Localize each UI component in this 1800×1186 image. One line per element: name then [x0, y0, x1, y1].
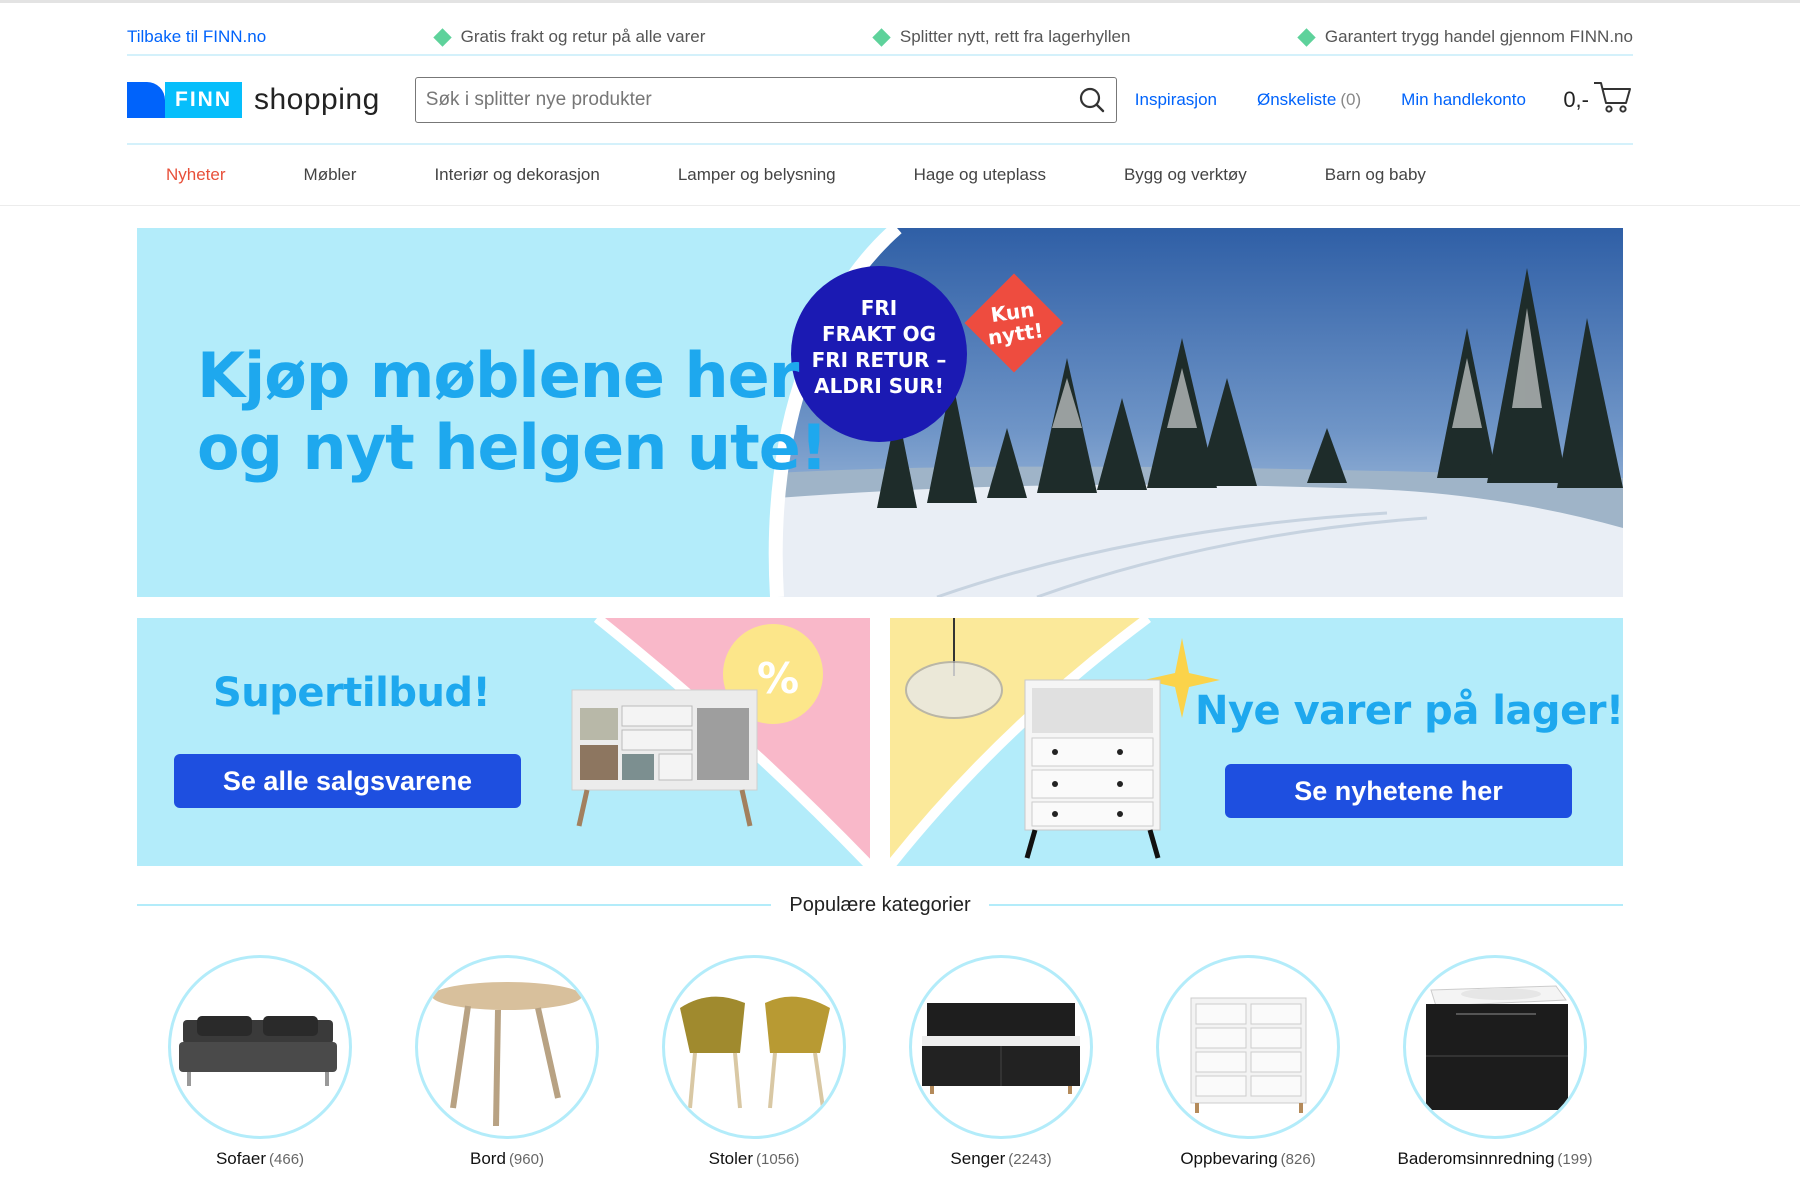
cabinet-image [1024, 679, 1161, 859]
search-icon[interactable] [1078, 86, 1106, 114]
popular-categories-title: Populære kategorier [789, 893, 971, 916]
site-header: FINN shopping Inspirasjon Ønskeliste(0) … [127, 70, 1633, 130]
sale-promo-banner[interactable]: % Supertilbud! Se alle salgsvarene [137, 618, 870, 866]
heading-line-left [137, 904, 772, 906]
hero-headline-line1: Kjøp møblene her [197, 339, 799, 412]
new-items-promo-banner[interactable]: Nye varer på lager! Se nyhetene her [890, 618, 1623, 866]
hero-banner[interactable]: Kjøp møblene her og nyt helgen ute! FRI … [137, 228, 1623, 597]
category-label: Oppbevaring (826) [1180, 1149, 1316, 1168]
finn-logo-mark [127, 82, 165, 118]
see-sale-items-button[interactable]: Se alle salgsvarene [174, 754, 521, 808]
nav-item-hage[interactable]: Hage og uteplass [914, 165, 1046, 185]
usp-new: Splitter nytt, rett fra lagerhyllen [872, 27, 1130, 47]
wishlist-link[interactable]: Ønskeliste (0) [1257, 90, 1361, 110]
nav-item-lamper[interactable]: Lamper og belysning [678, 165, 836, 185]
usp-shipping: Gratis frakt og retur på alle varer [432, 27, 705, 47]
category-label: Sofaer (466) [215, 1149, 305, 1168]
category-item-oppbevaring[interactable]: Oppbevaring (826) [1148, 955, 1348, 1169]
nav-item-mobler[interactable]: Møbler [304, 165, 357, 185]
popular-categories-list: Sofaer (466) Bord (960) Stoler (1056) Se… [137, 955, 1623, 1180]
category-image-bed [909, 955, 1093, 1139]
search-input[interactable] [425, 89, 1078, 111]
category-image-bathroom-cabinet [1403, 955, 1587, 1139]
popular-categories-heading: Populære kategorier [137, 892, 1623, 918]
sale-title: Supertilbud! [213, 670, 491, 716]
inspiration-link[interactable]: Inspirasjon [1135, 90, 1217, 110]
wishlist-label: Ønskeliste [1257, 90, 1337, 109]
category-image-table [415, 955, 599, 1139]
hero-headline-line2: og nyt helgen ute! [197, 411, 828, 484]
nav-item-nyheter[interactable]: Nyheter [166, 165, 226, 185]
badge-text: FRI FRAKT OG FRI RETUR – ALDRI SUR! [811, 296, 947, 398]
category-item-stoler[interactable]: Stoler (1056) [654, 955, 854, 1169]
category-item-senger[interactable]: Senger (2243) [901, 955, 1101, 1169]
hero-headline: Kjøp møblene her og nyt helgen ute! [197, 339, 828, 484]
nav-item-interior[interactable]: Interiør og dekorasjon [434, 165, 599, 185]
category-item-bord[interactable]: Bord (960) [407, 955, 607, 1169]
category-item-baderomsinnredning[interactable]: Baderomsinnredning (199) [1395, 955, 1595, 1169]
header-divider [127, 143, 1633, 145]
category-label: Senger (2243) [950, 1149, 1052, 1168]
category-item-sofaer[interactable]: Sofaer (466) [160, 955, 360, 1169]
category-label: Stoler (1056) [708, 1149, 800, 1168]
cart-button[interactable]: 0,- [1563, 79, 1633, 121]
search-box [414, 77, 1117, 123]
header-links: Inspirasjon Ønskeliste (0) Min handlekont… [1135, 90, 1526, 110]
shopping-logo-text: shopping [254, 83, 380, 116]
info-bar: Tilbake til FINN.no Gratis frakt og retu… [127, 20, 1633, 56]
nav-divider [0, 205, 1800, 206]
heading-line-right [988, 904, 1623, 906]
usp-safe-trade: Garantert trygg handel gjennom FINN.no [1297, 27, 1633, 47]
diamond-icon [1297, 27, 1316, 47]
category-image-chairs [662, 955, 846, 1139]
back-to-finn-link[interactable]: Tilbake til FINN.no [127, 27, 266, 47]
diamond-icon [872, 27, 891, 47]
dresser-image [571, 689, 758, 827]
see-new-items-button[interactable]: Se nyhetene her [1225, 764, 1572, 818]
diamond-icon [432, 27, 452, 47]
category-image-sofa [168, 955, 352, 1139]
nav-item-bygg[interactable]: Bygg og verktøy [1124, 165, 1247, 185]
category-image-dresser [1156, 955, 1340, 1139]
wishlist-count: (0) [1340, 90, 1362, 109]
tag-text: Kun nytt! [986, 297, 1045, 350]
new-items-title: Nye varer på lager! [1195, 688, 1623, 734]
window-top-border [0, 0, 1800, 3]
finn-logo-text: FINN [165, 82, 242, 118]
category-nav: Nyheter Møbler Interiør og dekorasjon La… [127, 150, 1465, 200]
percent-badge: % [757, 654, 800, 703]
category-label: Baderomsinnredning (199) [1397, 1149, 1593, 1168]
cart-icon [1593, 79, 1633, 121]
account-link[interactable]: Min handlekonto [1401, 90, 1526, 110]
category-label: Bord (960) [470, 1149, 544, 1168]
cart-total: 0,- [1563, 87, 1589, 112]
finn-shopping-logo[interactable]: FINN shopping [127, 80, 380, 120]
nav-item-barn[interactable]: Barn og baby [1325, 165, 1426, 185]
new-items-banner-graphics [890, 618, 1220, 866]
